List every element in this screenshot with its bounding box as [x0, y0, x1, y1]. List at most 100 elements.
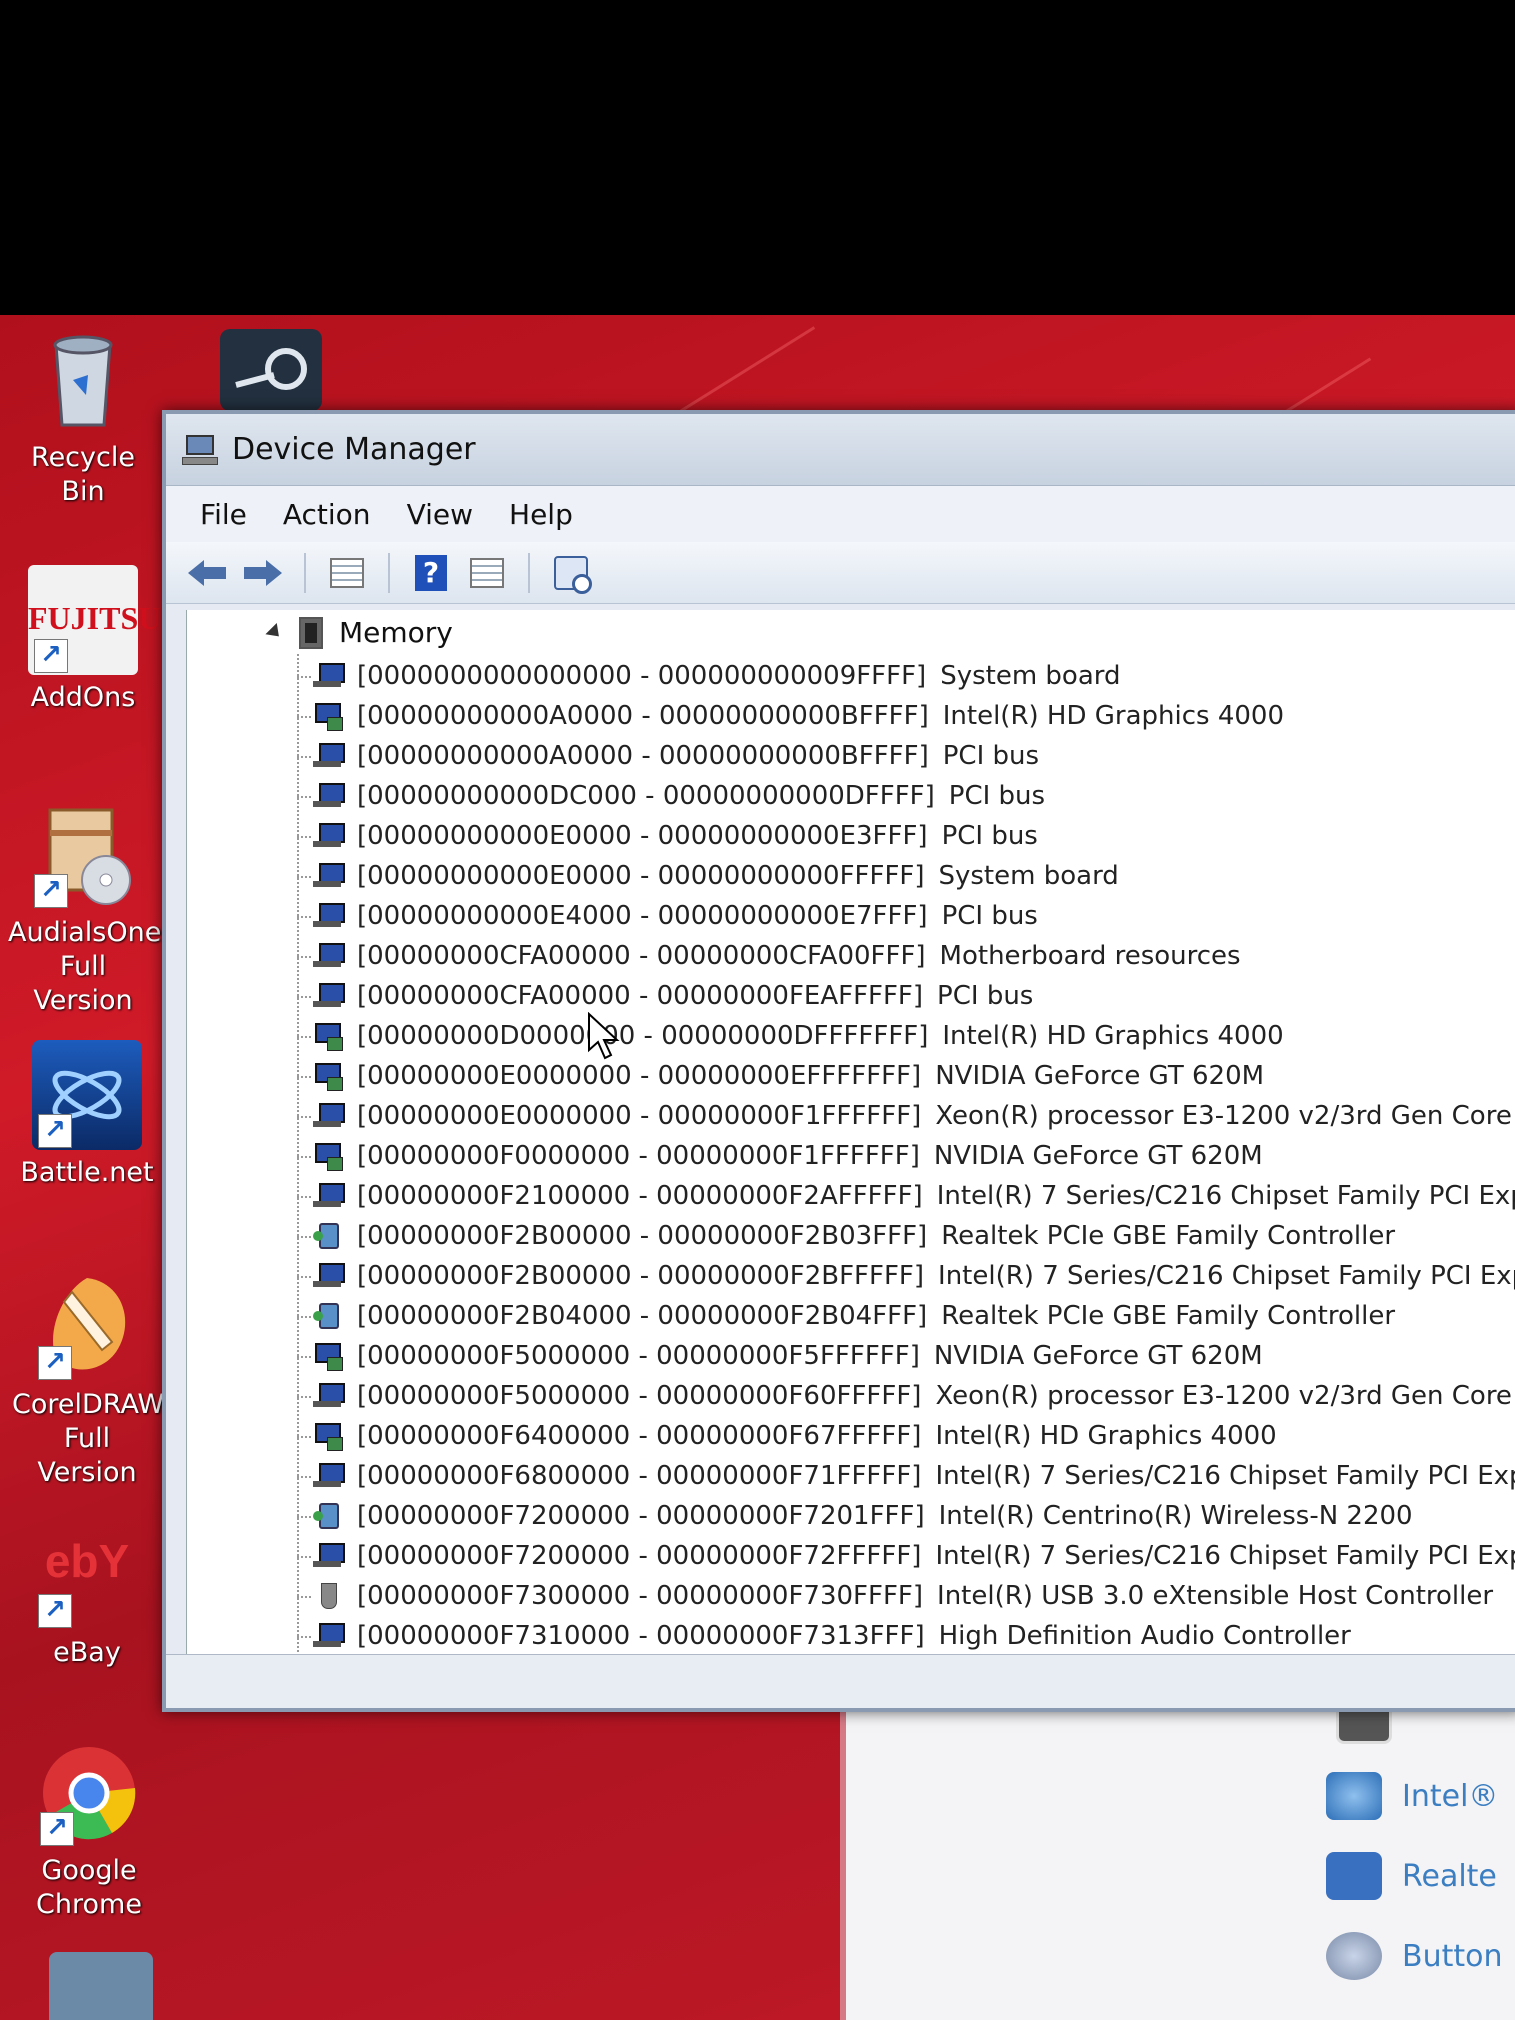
title-bar[interactable]: Device Manager [166, 414, 1515, 486]
tree-row[interactable]: [00000000F7200000 - 00000000F7201FFF] Int… [297, 1496, 1515, 1536]
tree-row[interactable]: [00000000F2B04000 - 00000000F2B04FFF] Rea… [297, 1296, 1515, 1336]
desktop-icon-partial[interactable] [26, 1952, 176, 2020]
scan-hardware-button[interactable] [550, 552, 592, 594]
desktop-icon-google-chrome[interactable]: ↗ Google Chrome [14, 1738, 164, 1922]
desktop-icon-label: Google Chrome [36, 1855, 142, 1920]
shortcut-arrow-icon: ↗ [34, 874, 68, 908]
device-name: High Definition Audio Controller [938, 1621, 1351, 1651]
desktop-icon-coreldraw[interactable]: ↗ CorelDRAW Full Version [12, 1272, 165, 1490]
device-name: Realtek PCIe GBE Family Controller [941, 1221, 1396, 1251]
device-name: Xeon(R) processor E3-1200 v2/3rd Gen Cor… [935, 1101, 1515, 1131]
forward-button[interactable] [242, 552, 284, 594]
memory-range: [00000000F5000000 - 00000000F60FFFFF] [357, 1381, 922, 1411]
memory-range: [00000000E0000000 - 00000000F1FFFFFF] [357, 1101, 922, 1131]
back-arrow-icon [188, 559, 226, 586]
memory-range: [00000000000A0000 - 00000000000BFFFF] [357, 701, 929, 731]
tree-row[interactable]: [00000000CFA00000 - 00000000CFA00FFF] Mot… [297, 936, 1515, 976]
device-name: PCI bus [941, 901, 1038, 931]
tree-row[interactable]: [00000000000DC000 - 00000000000DFFFF] PCI… [297, 776, 1515, 816]
device-manager-window[interactable]: Device Manager File Action View Help ? M… [162, 410, 1515, 1712]
background-item-realtek[interactable]: Realte [1326, 1852, 1497, 1900]
background-item-intel[interactable]: Intel® [1326, 1772, 1498, 1820]
device-manager-icon [182, 433, 218, 467]
desktop-icon-label: AddOns [30, 682, 136, 713]
system-device-icon [313, 943, 345, 969]
tree-row[interactable]: [00000000D0000000 - 00000000DFFFFFFF] Int… [297, 1016, 1515, 1056]
memory-range: [00000000F7310000 - 00000000F7313FFF] [357, 1621, 925, 1651]
back-button[interactable] [186, 552, 228, 594]
help-button[interactable]: ? [410, 552, 452, 594]
tree-row[interactable]: [00000000000E4000 - 00000000000E7FFF] PCI… [297, 896, 1515, 936]
tree-row[interactable]: [00000000F2B00000 - 00000000F2BFFFFF] Int… [297, 1256, 1515, 1296]
tree-row[interactable]: [00000000E0000000 - 00000000EFFFFFFF] NVI… [297, 1056, 1515, 1096]
menu-action[interactable]: Action [283, 498, 371, 531]
help-icon: ? [415, 554, 447, 591]
toolbar-separator [528, 552, 530, 593]
shortcut-arrow-icon: ↗ [40, 1812, 74, 1846]
memory-range: [00000000F0000000 - 00000000F1FFFFFF] [357, 1141, 920, 1171]
menu-file[interactable]: File [200, 498, 247, 531]
background-item-button[interactable]: Button [1326, 1932, 1503, 1980]
device-tree[interactable]: Memory [0000000000000000 - 000000000009F… [186, 610, 1515, 1662]
menu-help[interactable]: Help [509, 498, 573, 531]
desktop-icon-audialsone[interactable]: ↗ AudialsOne Full Version [8, 800, 162, 1018]
tree-row[interactable]: [00000000000A0000 - 00000000000BFFFF] Int… [297, 696, 1515, 736]
tree-row[interactable]: [00000000E0000000 - 00000000F1FFFFFF] Xeo… [297, 1096, 1515, 1136]
menu-view[interactable]: View [407, 498, 473, 531]
memory-range: [00000000F2B00000 - 00000000F2BFFFFF] [357, 1261, 925, 1291]
tree-row[interactable]: [00000000F7200000 - 00000000F72FFFFF] Int… [297, 1536, 1515, 1576]
memory-range: [00000000D0000000 - 00000000DFFFFFFF] [357, 1021, 929, 1051]
button-icon [1326, 1932, 1382, 1980]
tree-row[interactable]: [00000000F7300000 - 00000000F730FFFF] Int… [297, 1576, 1515, 1616]
status-bar [166, 1654, 1515, 1708]
tree-row[interactable]: [00000000000E0000 - 00000000000FFFFF] Sys… [297, 856, 1515, 896]
system-device-icon [313, 743, 345, 769]
tree-children: [0000000000000000 - 000000000009FFFF] Sys… [297, 656, 1515, 1656]
tree-row[interactable]: [00000000F2B00000 - 00000000F2B03FFF] Rea… [297, 1216, 1515, 1256]
collapse-triangle-icon[interactable] [265, 622, 285, 643]
desktop-icon-label: CorelDRAW Full Version [12, 1389, 165, 1488]
tree-row[interactable]: [00000000000E0000 - 00000000000E3FFF] PCI… [297, 816, 1515, 856]
system-device-icon [313, 863, 345, 889]
view-button[interactable] [466, 552, 508, 594]
memory-range: [00000000F2B00000 - 00000000F2B03FFF] [357, 1221, 928, 1251]
shortcut-arrow-icon: ↗ [38, 1594, 72, 1628]
desktop-icon-label: AudialsOne Full Version [8, 917, 162, 1016]
network-adapter-icon [313, 1503, 343, 1529]
tree-row[interactable]: [0000000000000000 - 000000000009FFFF] Sys… [297, 656, 1515, 696]
tree-row[interactable]: [00000000F2100000 - 00000000F2AFFFFF] Int… [297, 1176, 1515, 1216]
tree-row[interactable]: [00000000F0000000 - 00000000F1FFFFFF] NVI… [297, 1136, 1515, 1176]
tree-row[interactable]: [00000000F5000000 - 00000000F60FFFFF] Xeo… [297, 1376, 1515, 1416]
device-name: System board [940, 661, 1121, 691]
background-item-label: Realte [1402, 1858, 1497, 1894]
tree-row[interactable]: [00000000F6800000 - 00000000F71FFFFF] Int… [297, 1456, 1515, 1496]
desktop-icon-recycle-bin[interactable]: Recycle Bin [8, 325, 158, 509]
device-name: Xeon(R) processor E3-1200 v2/3rd Gen Cor… [935, 1381, 1515, 1411]
desktop-icon-addons[interactable]: FUJITSU ↗ AddOns [8, 565, 161, 715]
system-device-icon [313, 783, 345, 809]
system-device-icon [313, 1383, 345, 1409]
memory-range: [0000000000000000 - 000000000009FFFF] [357, 661, 927, 691]
realtek-audio-icon [1326, 1852, 1382, 1900]
device-name: Intel(R) 7 Series/C216 Chipset Family PC… [935, 1461, 1515, 1491]
device-name: Intel(R) USB 3.0 eXtensible Host Control… [937, 1581, 1494, 1611]
network-adapter-icon [313, 1303, 343, 1329]
tree-node-memory[interactable]: Memory [265, 616, 453, 649]
toolbar-separator [304, 552, 306, 593]
device-name: Intel(R) Centrino(R) Wireless-N 2200 [938, 1501, 1413, 1531]
memory-range: [00000000000A0000 - 00000000000BFFFF] [357, 741, 929, 771]
desktop-icon-ebay[interactable]: ebY ↗ eBay [12, 1520, 162, 1670]
tree-row[interactable]: [00000000CFA00000 - 00000000FEAFFFFF] PCI… [297, 976, 1515, 1016]
properties-button[interactable] [326, 552, 368, 594]
window-title: Device Manager [232, 432, 476, 467]
tree-row[interactable]: [00000000000A0000 - 00000000000BFFFF] PCI… [297, 736, 1515, 776]
fujitsu-logo-icon: FUJITSU ↗ [28, 565, 161, 675]
tree-row[interactable]: [00000000F5000000 - 00000000F5FFFFFF] NVI… [297, 1336, 1515, 1376]
system-device-icon [313, 1103, 345, 1129]
desktop-icon-battlenet[interactable]: ↗ Battle.net [12, 1040, 162, 1190]
tree-row[interactable]: [00000000F6400000 - 00000000F67FFFFF] Int… [297, 1416, 1515, 1456]
background-item-label: Button [1402, 1938, 1503, 1974]
memory-range: [00000000F5000000 - 00000000F5FFFFFF] [357, 1341, 920, 1371]
grid-view-icon [470, 557, 504, 588]
tree-row[interactable]: [00000000F7310000 - 00000000F7313FFF] Hig… [297, 1616, 1515, 1656]
